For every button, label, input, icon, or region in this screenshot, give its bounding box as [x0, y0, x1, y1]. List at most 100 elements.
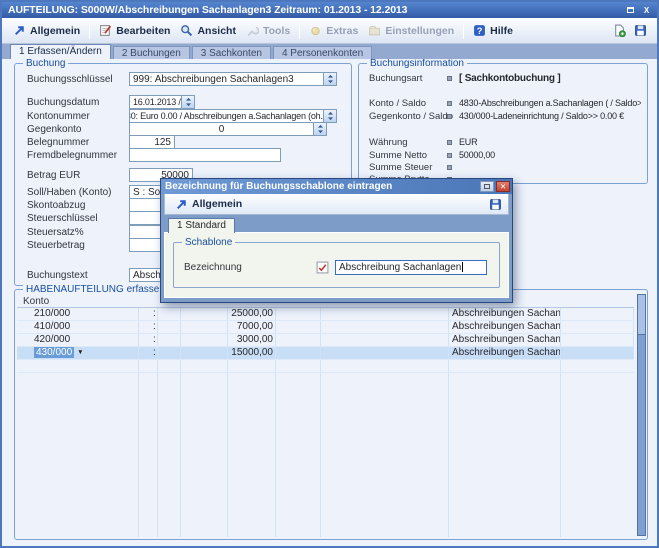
buchungstext-label: Buchungstext [27, 270, 127, 281]
dialog-tab-standard[interactable]: 1 Standard [168, 218, 235, 233]
buchungsart-label: Buchungsart [369, 73, 447, 84]
buchungsschluessel-label: Buchungsschlüssel [27, 74, 127, 85]
menu-item-ansicht[interactable]: Ansicht [175, 22, 241, 39]
habenaufteilung-group: HABENAUFTEILUNG erfassen Konto 210/000 :… [14, 289, 648, 540]
bullet-icon [447, 114, 452, 119]
menu-separator [299, 23, 300, 39]
menu-separator [89, 23, 90, 39]
vertical-scrollbar[interactable] [637, 294, 646, 536]
belegnummer-input[interactable]: 125 [129, 135, 175, 149]
minimize-icon [484, 184, 490, 189]
bullet-icon [447, 153, 452, 158]
dialog-menu-allgemein[interactable]: Allgemein [171, 197, 246, 212]
schablone-dialog: Bezeichnung für Buchungsschablone eintra… [160, 178, 513, 303]
aufteilung-table: Konto 210/000 : Maschinen 25000,00 Absch… [17, 295, 634, 537]
table-row[interactable]: 210/000 : Maschinen 25000,00 Abschreibun… [17, 308, 634, 321]
dialog-tab-bar: 1 Standard [164, 215, 509, 232]
spinner-icon[interactable] [181, 96, 194, 108]
app-window: AUFTEILUNG: S000W/Abschreibungen Sachanl… [0, 0, 659, 548]
window-title: AUFTEILUNG: S000W/Abschreibungen Sachanl… [8, 4, 621, 16]
edit-check-icon[interactable] [316, 261, 329, 274]
kontonummer-label: Kontonummer [27, 111, 127, 122]
tab-personenkonten[interactable]: 4 Personenkonten [273, 46, 372, 59]
bezeichnung-label: Bezeichnung [184, 262, 316, 273]
waehrung-value: EUR [459, 137, 477, 147]
habenaufteilung-legend: HABENAUFTEILUNG erfassen [23, 284, 168, 295]
save-icon[interactable] [634, 24, 647, 37]
bezeichnung-input[interactable]: Abschreibung Sachanlagen [335, 260, 487, 275]
bullet-icon [447, 165, 452, 170]
tab-buchungen[interactable]: 2 Buchungen [113, 46, 190, 59]
gegenkonto-saldo-value: 430/000-Ladeneinrichtung / Saldo>> 0.00 … [459, 111, 624, 121]
schablone-legend: Schablone [182, 237, 235, 248]
skontoabzug-label: Skontoabzug [27, 200, 127, 211]
soll-haben-label: Soll/Haben (Konto) [27, 187, 127, 198]
steuerschluessel-label: Steuerschlüssel [27, 213, 127, 224]
menu-item-einstellungen[interactable]: Einstellungen [363, 22, 459, 39]
title-bar: AUFTEILUNG: S000W/Abschreibungen Sachanl… [2, 2, 657, 18]
summe-netto-label: Summe Netto [369, 150, 447, 161]
dialog-title: Bezeichnung für Buchungsschablone eintra… [165, 181, 478, 192]
buchungsinformation-group: Buchungsinformation Buchungsart [ Sachko… [358, 63, 648, 184]
restore-button[interactable] [624, 5, 637, 16]
buchungsdatum-combo[interactable]: 16.01.2013 /Mi [129, 95, 195, 109]
menu-item-tools[interactable]: Tools [241, 22, 295, 39]
dropdown-arrow-icon[interactable]: ▼ [77, 349, 83, 356]
summe-steuer-label: Summe Steuer [369, 162, 447, 173]
buchungsdatum-label: Buchungsdatum [27, 97, 127, 108]
kontonummer-combo[interactable]: 4830: Euro 0.00 / Abschreibungen a.Sacha… [129, 109, 337, 123]
dialog-tab-page: Schablone Bezeichnung Abschreibung Sacha… [164, 232, 509, 298]
restore-icon [627, 7, 634, 13]
gegenkonto-combo[interactable]: 0 [129, 122, 327, 136]
arrow-ne-icon [13, 24, 26, 37]
dialog-title-bar: Bezeichnung für Buchungsschablone eintra… [161, 179, 512, 194]
menu-item-allgemein[interactable]: Allgemein [8, 22, 85, 39]
save-icon[interactable] [489, 198, 502, 211]
table-row-empty [17, 360, 634, 373]
svg-text:?: ? [477, 26, 483, 36]
table-row[interactable]: 410/000 : Geschäftsausstat 7000,00 Absch… [17, 321, 634, 334]
menu-item-hilfe[interactable]: ? Hilfe [468, 22, 518, 39]
new-document-icon[interactable] [613, 24, 626, 37]
konto-saldo-label: Konto / Saldo [369, 98, 447, 109]
text-caret [462, 262, 463, 272]
column-header-konto: Konto [23, 296, 49, 307]
bullet-icon [447, 101, 452, 106]
fremdbelegnummer-input[interactable] [129, 148, 281, 162]
spinner-icon[interactable] [323, 73, 336, 85]
tools-icon [246, 24, 259, 37]
edit-icon [99, 24, 112, 37]
dialog-menu-bar: Allgemein [164, 194, 509, 215]
steuerbetrag-label: Steuerbetrag [27, 240, 127, 251]
table-row-selected[interactable]: 430/000 ▼ : Ladeneinrichtung ▼ 15000,00 … [17, 347, 634, 360]
bullet-icon [447, 76, 452, 81]
spinner-icon[interactable] [323, 110, 336, 122]
schablone-group: Schablone Bezeichnung Abschreibung Sacha… [173, 242, 500, 288]
steuersatz-label: Steuersatz% [27, 227, 127, 238]
tab-sachkonten[interactable]: 3 Sachkonten [192, 46, 271, 59]
gegenkonto-saldo-label: Gegenkonto / Saldo [369, 111, 447, 122]
konto-saldo-value: 4830-Abschreibungen a.Sachanlagen ( / Sa… [459, 98, 641, 108]
belegnummer-label: Belegnummer [27, 137, 127, 148]
table-row[interactable]: 420/000 : Büroeinrichtung 3000,00 Abschr… [17, 334, 634, 347]
menu-separator [463, 23, 464, 39]
buchungsschluessel-combo[interactable]: 999: Abschreibungen Sachanlagen3 [129, 72, 337, 86]
waehrung-label: Währung [369, 137, 447, 148]
settings-icon [368, 24, 381, 37]
dialog-minimize-button[interactable] [480, 181, 494, 192]
table-empty-area [17, 373, 634, 537]
tab-erfassen-aendern[interactable]: 1 Erfassen/Ändern [10, 44, 111, 59]
buchung-legend: Buchung [23, 58, 68, 69]
buchungsinformation-legend: Buchungsinformation [367, 58, 467, 69]
scrollbar-thumb[interactable] [638, 295, 645, 335]
menu-item-bearbeiten[interactable]: Bearbeiten [94, 22, 175, 39]
betrag-eur-label: Betrag EUR [27, 170, 127, 181]
close-button[interactable]: X [640, 5, 653, 16]
dialog-close-button[interactable]: ✕ [496, 181, 510, 192]
menu-bar: Allgemein Bearbeiten Ansicht Tools Extra… [2, 18, 657, 44]
menu-item-extras[interactable]: Extras [304, 22, 363, 39]
extras-icon [309, 24, 322, 37]
spinner-icon[interactable] [313, 123, 326, 135]
bullet-icon [447, 140, 452, 145]
arrow-ne-icon [175, 198, 188, 211]
